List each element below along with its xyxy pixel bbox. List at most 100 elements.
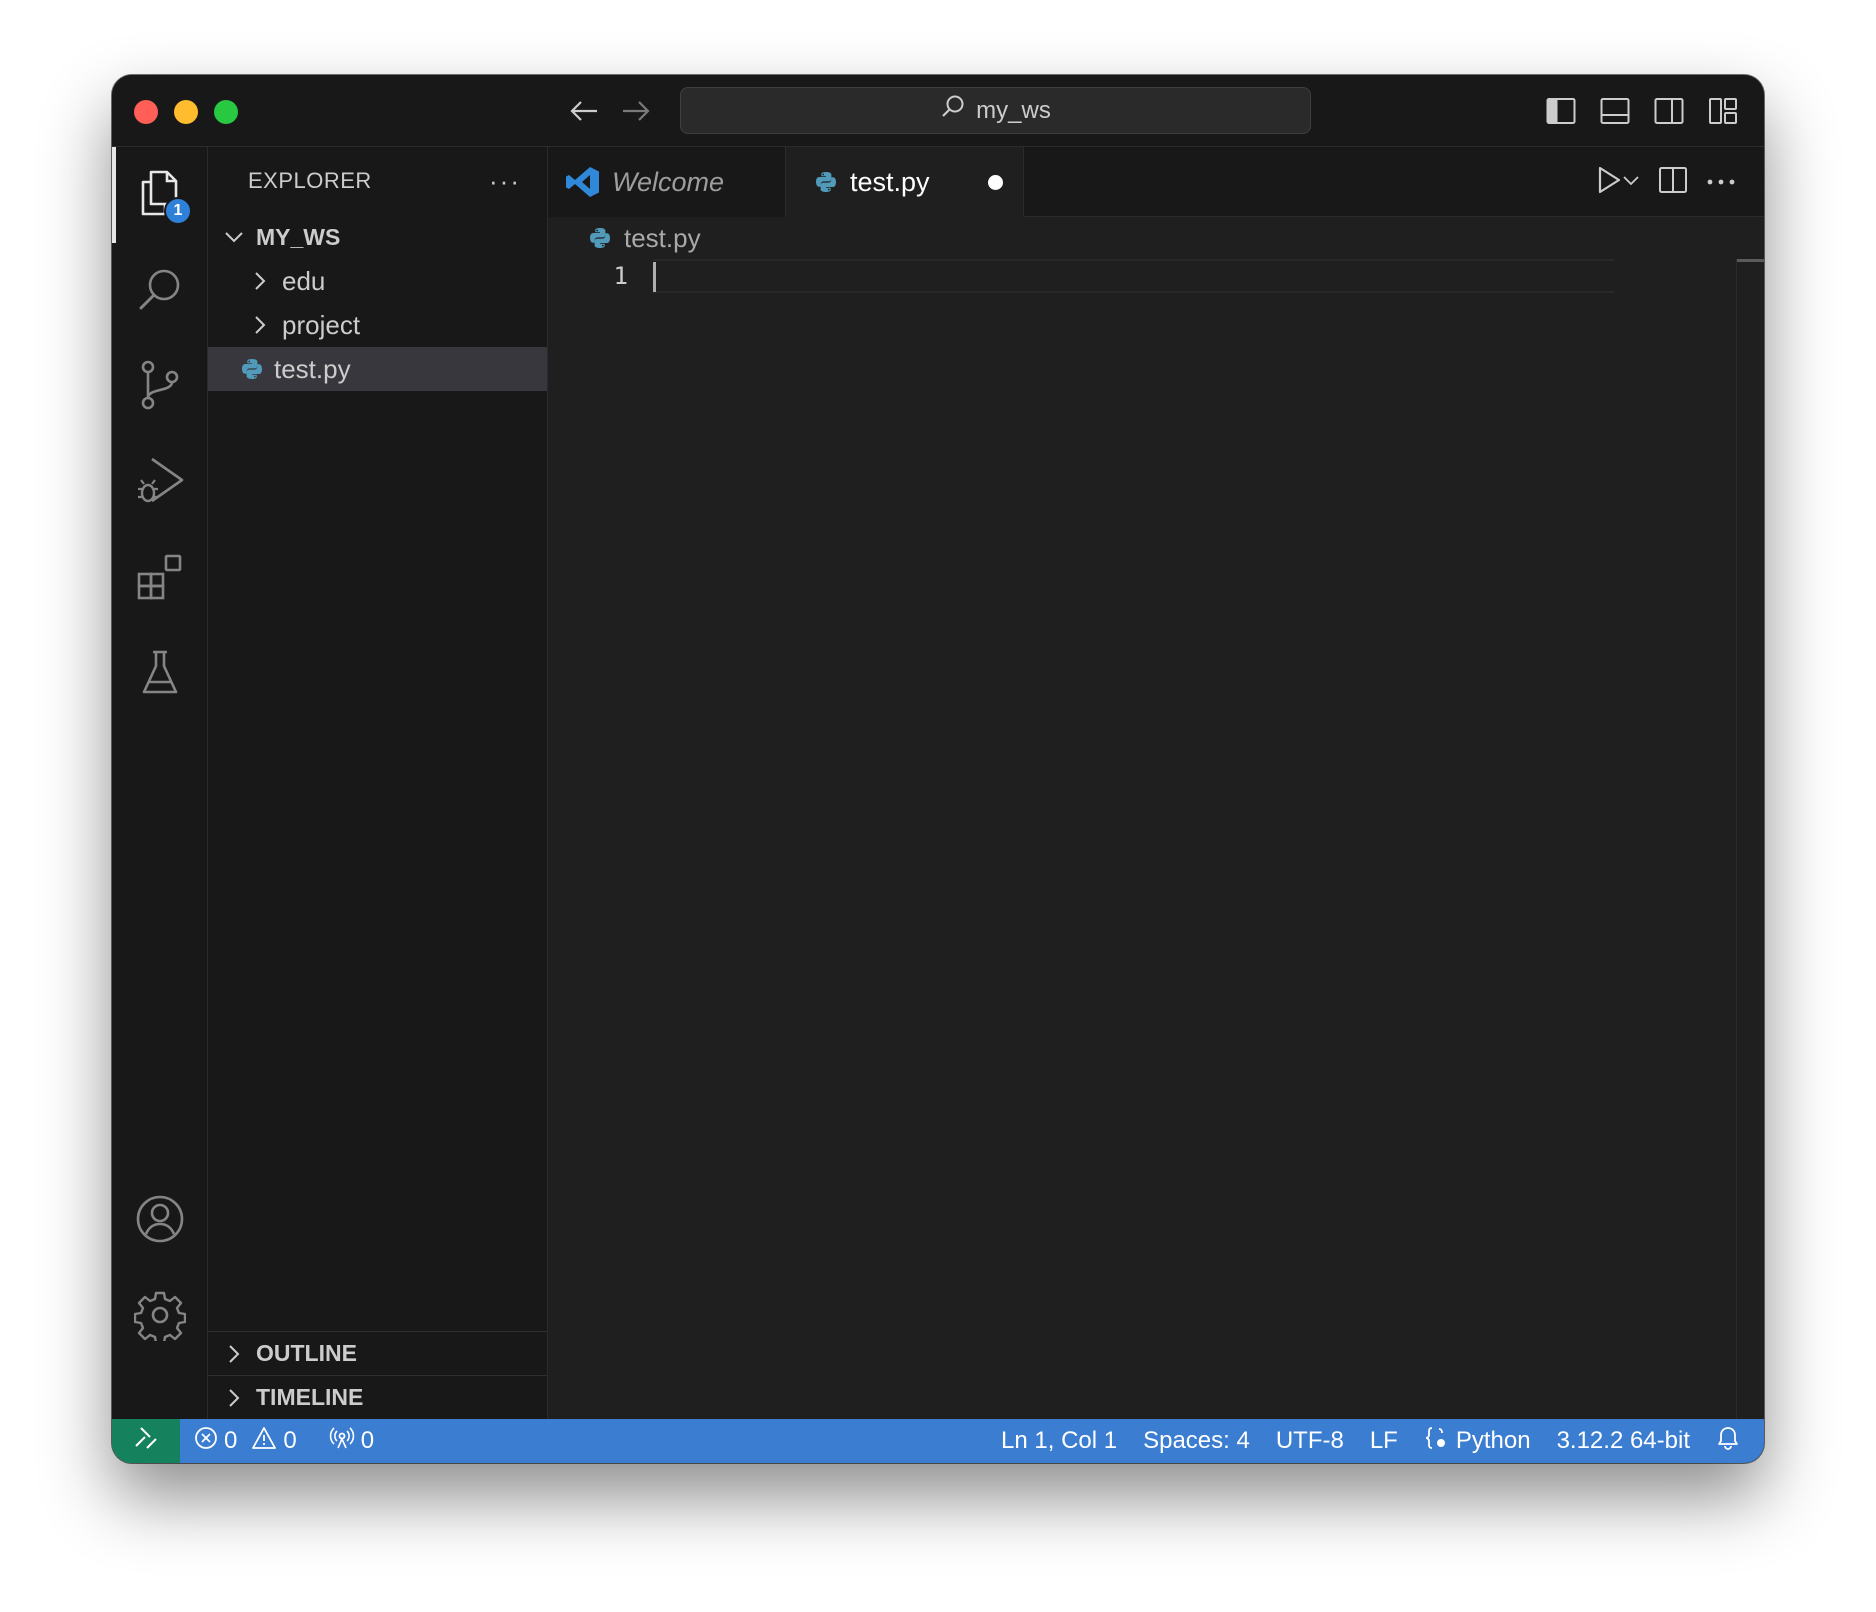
end-of-line[interactable]: LF <box>1357 1419 1411 1463</box>
workspace-root[interactable]: MY_WS <box>208 215 547 259</box>
warning-count: 0 <box>283 1427 297 1454</box>
python-interpreter[interactable]: 3.12.2 64-bit <box>1544 1419 1703 1463</box>
outline-section[interactable]: OUTLINE <box>208 1331 547 1375</box>
remote-indicator-button[interactable] <box>112 1419 180 1463</box>
chevron-down-icon[interactable] <box>1622 173 1640 191</box>
editor-scrollbar[interactable] <box>1736 259 1764 1419</box>
tree-item-project[interactable]: project <box>208 303 547 347</box>
split-editor-button[interactable] <box>1658 165 1688 199</box>
views-more-actions-button[interactable]: ··· <box>489 166 521 197</box>
window-controls <box>134 100 238 124</box>
back-arrow-icon[interactable] <box>567 93 601 129</box>
breadcrumb-file[interactable]: test.py <box>624 223 701 254</box>
chevron-down-icon <box>220 223 248 251</box>
tab-label: Welcome <box>612 166 725 197</box>
split-editor-icon <box>1658 166 1688 199</box>
code-editor[interactable]: 1 <box>548 259 1764 1419</box>
play-icon <box>1596 165 1622 200</box>
toggle-secondary-sidebar-icon[interactable] <box>1652 94 1686 128</box>
current-line-highlight[interactable] <box>653 259 1614 293</box>
status-bar-right: Ln 1, Col 1 Spaces: 4 UTF-8 LF Python 3.… <box>988 1419 1764 1463</box>
python-file-icon <box>586 224 614 252</box>
vscode-window: my_ws 1 EXPLORER ··· MY_WS edu project t… <box>112 75 1764 1463</box>
notifications-button[interactable] <box>1703 1419 1764 1463</box>
activity-accounts[interactable] <box>112 1173 208 1269</box>
activity-extensions[interactable] <box>112 531 208 627</box>
chevron-right-icon <box>220 1340 248 1368</box>
tab-bar: Welcome test.py <box>548 147 1764 217</box>
activity-source-control[interactable] <box>112 339 208 435</box>
close-window-button[interactable] <box>134 100 158 124</box>
toggle-panel-icon[interactable] <box>1598 94 1632 128</box>
vscode-logo-icon <box>566 166 600 198</box>
extensions-icon <box>135 552 185 607</box>
text-cursor <box>653 262 656 292</box>
run-python-file-button[interactable] <box>1596 165 1640 199</box>
python-file-icon <box>238 355 266 383</box>
cursor-position[interactable]: Ln 1, Col 1 <box>988 1419 1130 1463</box>
activity-testing[interactable] <box>112 627 208 723</box>
error-icon <box>194 1426 218 1457</box>
warning-icon <box>251 1426 277 1457</box>
minimize-window-button[interactable] <box>174 100 198 124</box>
error-count: 0 <box>224 1427 238 1454</box>
breadcrumb[interactable]: test.py <box>548 217 1764 259</box>
tab-welcome[interactable]: Welcome <box>548 147 786 217</box>
section-label: OUTLINE <box>256 1340 357 1366</box>
tree-item-label: test.py <box>274 353 351 384</box>
ports-indicator[interactable]: 0 <box>309 1419 386 1463</box>
tab-label: test.py <box>850 166 930 197</box>
customize-layout-icon[interactable] <box>1706 94 1740 128</box>
tree-item-edu[interactable]: edu <box>208 259 547 303</box>
command-center-search[interactable]: my_ws <box>680 87 1311 134</box>
title-bar: my_ws <box>112 75 1764 147</box>
language-label: Python <box>1455 1427 1531 1454</box>
explorer-badge: 1 <box>164 197 192 225</box>
activity-explorer[interactable]: 1 <box>112 147 208 243</box>
encoding[interactable]: UTF-8 <box>1263 1419 1357 1463</box>
section-label: TIMELINE <box>256 1384 364 1410</box>
navigation-arrows <box>567 93 653 129</box>
bell-icon <box>1716 1425 1740 1458</box>
indentation[interactable]: Spaces: 4 <box>1130 1419 1263 1463</box>
remote-icon <box>133 1425 159 1458</box>
unsaved-changes-dot[interactable] <box>988 175 1003 190</box>
workspace-name: MY_WS <box>256 223 341 250</box>
python-file-icon <box>814 170 838 194</box>
activity-bar: 1 <box>112 147 208 1419</box>
source-control-icon <box>136 359 184 416</box>
search-icon <box>136 265 184 318</box>
toggle-primary-sidebar-icon[interactable] <box>1544 94 1578 128</box>
activity-run-debug[interactable] <box>112 435 208 531</box>
tree-item-label: edu <box>282 265 326 296</box>
workbench: 1 EXPLORER ··· MY_WS edu project test.py… <box>112 147 1764 1419</box>
code-line: 1 <box>548 259 1614 293</box>
problems-indicator[interactable]: 0 0 <box>180 1419 309 1463</box>
chevron-right-icon <box>246 311 274 339</box>
activity-manage[interactable] <box>112 1269 208 1365</box>
timeline-section[interactable]: TIMELINE <box>208 1375 547 1419</box>
editor-actions <box>1596 165 1736 199</box>
testing-icon <box>138 648 182 703</box>
broadcast-icon <box>329 1426 355 1457</box>
layout-controls <box>1544 94 1740 128</box>
line-number: 1 <box>613 262 628 290</box>
language-mode[interactable]: Python <box>1411 1419 1544 1463</box>
search-icon <box>940 94 966 127</box>
sidebar-header: EXPLORER ··· <box>208 147 547 215</box>
language-braces-icon <box>1424 1426 1450 1457</box>
sidebar-title: EXPLORER <box>248 168 372 193</box>
maximize-window-button[interactable] <box>214 100 238 124</box>
tree-item-label: project <box>282 309 361 340</box>
activity-search[interactable] <box>112 243 208 339</box>
forward-arrow-icon[interactable] <box>619 93 653 129</box>
run-debug-icon <box>134 455 186 512</box>
tab-test-py[interactable]: test.py <box>786 147 1024 217</box>
more-actions-button[interactable] <box>1706 165 1736 199</box>
explorer-sidebar: EXPLORER ··· MY_WS edu project test.py O… <box>208 147 548 1419</box>
ports-count: 0 <box>360 1427 375 1454</box>
tree-item-test-py[interactable]: test.py <box>208 347 547 391</box>
chevron-right-icon <box>246 267 274 295</box>
editor-group: Welcome test.py test.py 1 <box>548 147 1764 1419</box>
command-center-label: my_ws <box>976 96 1051 124</box>
